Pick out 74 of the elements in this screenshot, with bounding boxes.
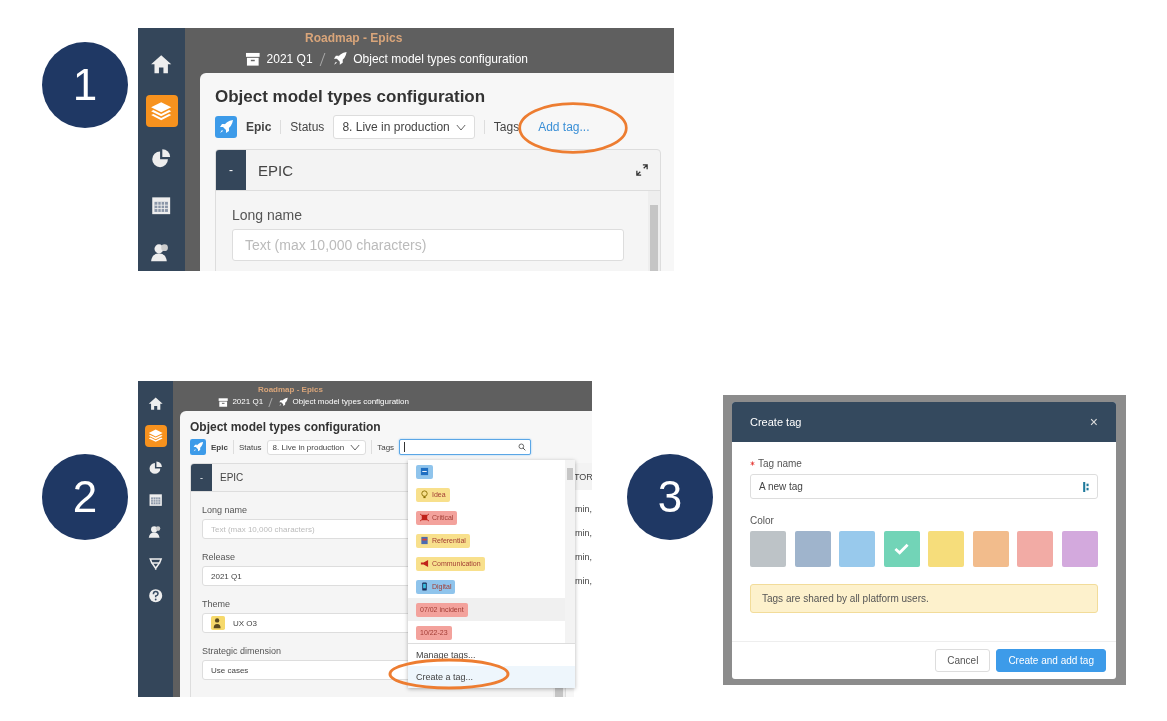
collapse-button[interactable]: -	[216, 150, 246, 190]
rocket-icon	[190, 439, 206, 455]
type-label: Epic	[246, 120, 272, 134]
bug-icon	[420, 513, 429, 522]
cancel-button[interactable]: Cancel	[935, 649, 991, 672]
lightbulb-icon	[420, 490, 429, 499]
rocket-icon	[278, 396, 289, 408]
tag-name-field[interactable]: A new tag	[750, 474, 1098, 499]
section-title: EPIC	[257, 161, 293, 179]
step-number: 2	[42, 454, 128, 540]
field-label: Long name	[232, 207, 303, 223]
status-label: Status	[290, 120, 325, 134]
person-icon	[211, 616, 225, 630]
field-label: Release	[202, 552, 236, 562]
breadcrumb-current: Object model types configuration	[292, 397, 409, 407]
status-dropdown[interactable]: 8. Live in production	[333, 115, 475, 139]
color-swatch[interactable]	[750, 531, 786, 567]
page-title: Roadmap - Epics	[304, 31, 404, 45]
archive-icon	[218, 396, 229, 408]
close-button[interactable]: ×	[1089, 414, 1098, 430]
step-number: 1	[42, 42, 128, 128]
table-cell: min,	[574, 576, 592, 586]
breadcrumb-link[interactable]: 2021 Q1	[232, 397, 264, 407]
table-cell: min,	[574, 504, 592, 514]
check-icon	[894, 543, 910, 555]
tag-search-field[interactable]	[399, 439, 532, 455]
search-icon	[518, 443, 527, 451]
layers-icon[interactable]	[145, 95, 178, 127]
dialog-title: Create tag	[750, 416, 802, 428]
tags-label: Tags	[493, 120, 520, 134]
section-title: EPIC	[219, 472, 244, 483]
tags-label: Tags	[377, 442, 395, 452]
color-swatch[interactable]	[1017, 531, 1054, 567]
chevron-icon	[350, 443, 361, 451]
collapse-button[interactable]: -	[191, 464, 212, 491]
color-swatch[interactable]	[883, 531, 920, 567]
expand-icon[interactable]	[636, 164, 648, 176]
archive-icon	[245, 51, 261, 67]
step-number: 3	[627, 454, 713, 540]
breadcrumb-current: Object model types configuration	[353, 52, 528, 67]
field-label: Long name	[202, 505, 248, 515]
type-label: Epic	[211, 442, 228, 452]
rocket-icon	[215, 116, 237, 138]
page-title: Roadmap - Epics	[257, 384, 324, 395]
chevron-icon	[455, 123, 466, 131]
table-cell: min,	[574, 528, 592, 538]
color-swatch[interactable]	[794, 531, 831, 567]
field-label: Color	[750, 515, 775, 526]
rocket-icon	[331, 51, 348, 67]
breadcrumb-link[interactable]: 2021 Q1	[266, 52, 313, 67]
field-label: Theme	[202, 599, 230, 609]
scrollbar[interactable]	[565, 460, 575, 643]
info-message: Tags are shared by all platform users.	[750, 584, 1098, 613]
field-label: Tag name	[758, 458, 802, 469]
menu-item[interactable]: Create a tag...	[408, 666, 575, 688]
card-icon	[420, 467, 429, 476]
book-icon	[420, 536, 429, 545]
modal-title: Object model types configuration	[215, 87, 487, 107]
megaphone-icon	[420, 559, 429, 568]
input-field[interactable]: Text (max 10,000 characters)	[232, 229, 624, 261]
section-title: TOR	[574, 471, 592, 482]
color-swatch[interactable]	[1061, 531, 1098, 567]
status-label: Status	[238, 442, 262, 452]
table-cell: min,	[574, 552, 592, 562]
modal-title: Object model types configuration	[190, 420, 382, 434]
status-dropdown[interactable]: 8. Live in production	[266, 439, 367, 455]
color-swatch[interactable]	[839, 531, 876, 567]
tag-icon-chip[interactable]	[416, 464, 433, 479]
layers-icon[interactable]	[144, 425, 167, 447]
color-swatch[interactable]	[928, 531, 965, 567]
phone-icon	[420, 582, 429, 591]
color-swatch[interactable]	[972, 531, 1009, 567]
extension-icon	[1083, 481, 1090, 492]
field-label: Strategic dimension	[202, 646, 282, 656]
